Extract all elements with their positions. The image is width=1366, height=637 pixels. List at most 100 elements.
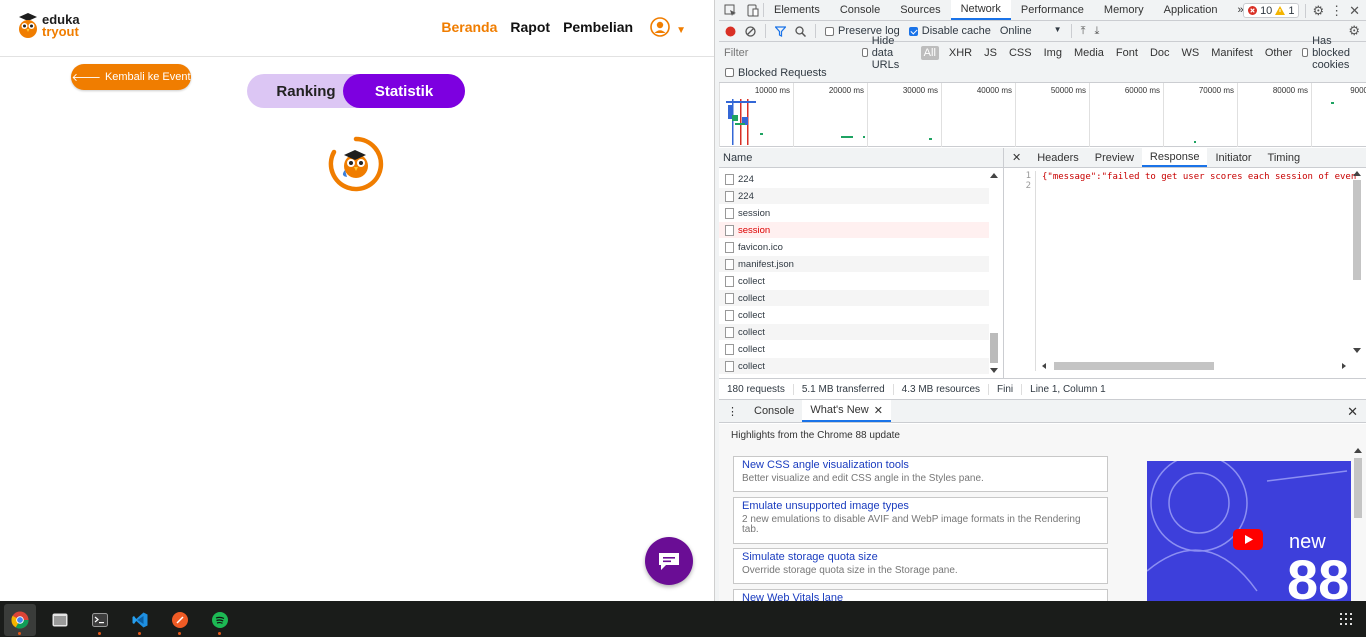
whats-new-scrollbar[interactable]	[1353, 446, 1363, 596]
filter-type-font[interactable]: Font	[1114, 47, 1140, 59]
name-column-header[interactable]: Name	[719, 148, 1003, 168]
request-row[interactable]: collect	[719, 273, 989, 290]
throttle-select[interactable]: Online ▼	[1000, 25, 1062, 37]
request-rows: 224 224 session session favicon.ico mani…	[719, 168, 1003, 375]
filter-type-css[interactable]: CSS	[1007, 47, 1034, 59]
request-row[interactable]: collect	[719, 307, 989, 324]
whats-new-card[interactable]: New Web Vitals lane	[733, 589, 1108, 601]
whats-new-card[interactable]: New CSS angle visualization tools Better…	[733, 456, 1108, 492]
request-row[interactable]: session	[719, 205, 989, 222]
tab-statistik[interactable]: Statistik	[343, 74, 465, 108]
request-row[interactable]: manifest.json	[719, 256, 989, 273]
search-icon[interactable]	[795, 25, 806, 37]
close-details-icon[interactable]: ✕	[1004, 148, 1029, 167]
back-to-event-button[interactable]: 🡐 Kembali ke Event	[71, 64, 191, 90]
issues-badge[interactable]: 10 1	[1243, 3, 1300, 18]
settings-gear-icon[interactable]: ⚙	[1312, 3, 1324, 19]
app-grid-icon[interactable]	[1340, 613, 1352, 625]
disable-cache-checkbox[interactable]: Disable cache	[908, 25, 991, 37]
caret-down-icon: ▼	[676, 24, 686, 36]
filter-input[interactable]	[724, 45, 854, 60]
request-row-error[interactable]: session	[719, 222, 989, 239]
filter-type-ws[interactable]: WS	[1180, 47, 1202, 59]
filter-type-doc[interactable]: Doc	[1148, 47, 1172, 59]
tab-sources[interactable]: Sources	[890, 0, 950, 20]
network-overview-timeline[interactable]: 10000 ms 20000 ms 30000 ms 40000 ms 5000…	[719, 83, 1366, 147]
device-toolbar-icon[interactable]	[741, 0, 763, 20]
filter-type-img[interactable]: Img	[1042, 47, 1064, 59]
filter-funnel-icon[interactable]	[775, 25, 786, 37]
card-title[interactable]: New CSS angle visualization tools	[742, 459, 1099, 471]
youtube-play-icon[interactable]	[1233, 529, 1263, 550]
response-vertical-scrollbar[interactable]	[1352, 170, 1362, 356]
filter-type-xhr[interactable]: XHR	[947, 47, 974, 59]
has-blocked-cookies-checkbox[interactable]: Has blocked cookies	[1302, 35, 1366, 71]
close-drawer-icon[interactable]: ✕	[1347, 404, 1358, 420]
chrome-88-video-thumbnail[interactable]: new 88	[1147, 461, 1351, 601]
tab-performance[interactable]: Performance	[1011, 0, 1094, 20]
tab-preview[interactable]: Preview	[1087, 148, 1142, 167]
clear-icon[interactable]	[745, 25, 756, 37]
nav-beranda[interactable]: Beranda	[441, 19, 497, 35]
response-horizontal-scrollbar[interactable]	[1040, 361, 1348, 371]
chat-button[interactable]	[645, 537, 693, 585]
request-row[interactable]: collect	[719, 290, 989, 307]
response-body[interactable]: 1 2 {"message":"failed to get user score…	[1004, 168, 1366, 378]
request-list-scrollbar[interactable]	[988, 170, 1000, 376]
kebab-menu-icon[interactable]: ⋮	[1330, 3, 1343, 19]
tab-memory[interactable]: Memory	[1094, 0, 1154, 20]
request-row[interactable]: collect	[719, 358, 989, 375]
drawer-menu-icon[interactable]: ⋮	[719, 400, 746, 422]
tab-application[interactable]: Application	[1154, 0, 1228, 20]
import-har-icon[interactable]: ⤒	[1081, 25, 1086, 38]
file-icon	[725, 360, 734, 372]
user-menu[interactable]: ▼	[650, 17, 686, 37]
inspect-element-icon[interactable]	[719, 0, 741, 20]
filter-type-js[interactable]: JS	[982, 47, 999, 59]
line-number: 2	[1025, 181, 1031, 191]
nav-rapot[interactable]: Rapot	[510, 19, 550, 35]
request-row[interactable]: 224	[719, 171, 989, 188]
tab-console[interactable]: Console	[830, 0, 890, 20]
taskbar-spotify[interactable]	[204, 604, 236, 636]
blocked-requests-checkbox[interactable]: Blocked Requests	[725, 67, 827, 79]
card-title[interactable]: Simulate storage quota size	[742, 551, 1099, 563]
card-title[interactable]: Emulate unsupported image types	[742, 500, 1099, 512]
taskbar-postman[interactable]	[164, 604, 196, 636]
tab-initiator[interactable]: Initiator	[1207, 148, 1259, 167]
filter-type-other[interactable]: Other	[1263, 47, 1295, 59]
drawer-tab-whats-new[interactable]: What's New ✕	[802, 400, 891, 422]
nav-pembelian[interactable]: Pembelian	[563, 19, 633, 35]
filter-type-all[interactable]: All	[920, 45, 939, 60]
taskbar-terminal[interactable]	[84, 604, 116, 636]
logo-text: eduka tryout	[42, 13, 80, 39]
eduka-logo[interactable]: eduka tryout	[17, 13, 80, 39]
tab-headers[interactable]: Headers	[1029, 148, 1087, 167]
tab-elements[interactable]: Elements	[764, 0, 830, 20]
request-row[interactable]: favicon.ico	[719, 239, 989, 256]
logo-line-2: tryout	[42, 24, 79, 39]
taskbar-files[interactable]	[44, 604, 76, 636]
close-devtools-icon[interactable]: ✕	[1349, 3, 1360, 19]
tab-network[interactable]: Network	[950, 0, 1011, 20]
filter-type-manifest[interactable]: Manifest	[1209, 47, 1255, 59]
tab-timing[interactable]: Timing	[1260, 148, 1309, 167]
network-settings-gear-icon[interactable]: ⚙	[1348, 23, 1360, 39]
tab-response[interactable]: Response	[1141, 148, 1208, 167]
request-row[interactable]: collect	[719, 341, 989, 358]
filter-type-media[interactable]: Media	[1072, 47, 1106, 59]
taskbar-chrome[interactable]	[4, 604, 36, 636]
ranking-statistik-toggle: Ranking Statistik	[247, 74, 465, 108]
record-icon[interactable]	[725, 26, 736, 37]
hide-data-urls-checkbox[interactable]: Hide data URLs	[862, 35, 913, 71]
web-page: eduka tryout Beranda Rapot Pembelian ▼ 🡐…	[0, 0, 714, 601]
request-row[interactable]: collect	[719, 324, 989, 341]
whats-new-card[interactable]: Emulate unsupported image types 2 new em…	[733, 497, 1108, 544]
close-tab-icon[interactable]: ✕	[874, 404, 883, 417]
taskbar-vscode[interactable]	[124, 604, 156, 636]
whats-new-card[interactable]: Simulate storage quota size Override sto…	[733, 548, 1108, 584]
request-row[interactable]: 224	[719, 188, 989, 205]
export-har-icon[interactable]: ⤓	[1094, 25, 1099, 38]
drawer-tab-console[interactable]: Console	[746, 400, 802, 422]
card-title[interactable]: New Web Vitals lane	[742, 592, 1099, 601]
